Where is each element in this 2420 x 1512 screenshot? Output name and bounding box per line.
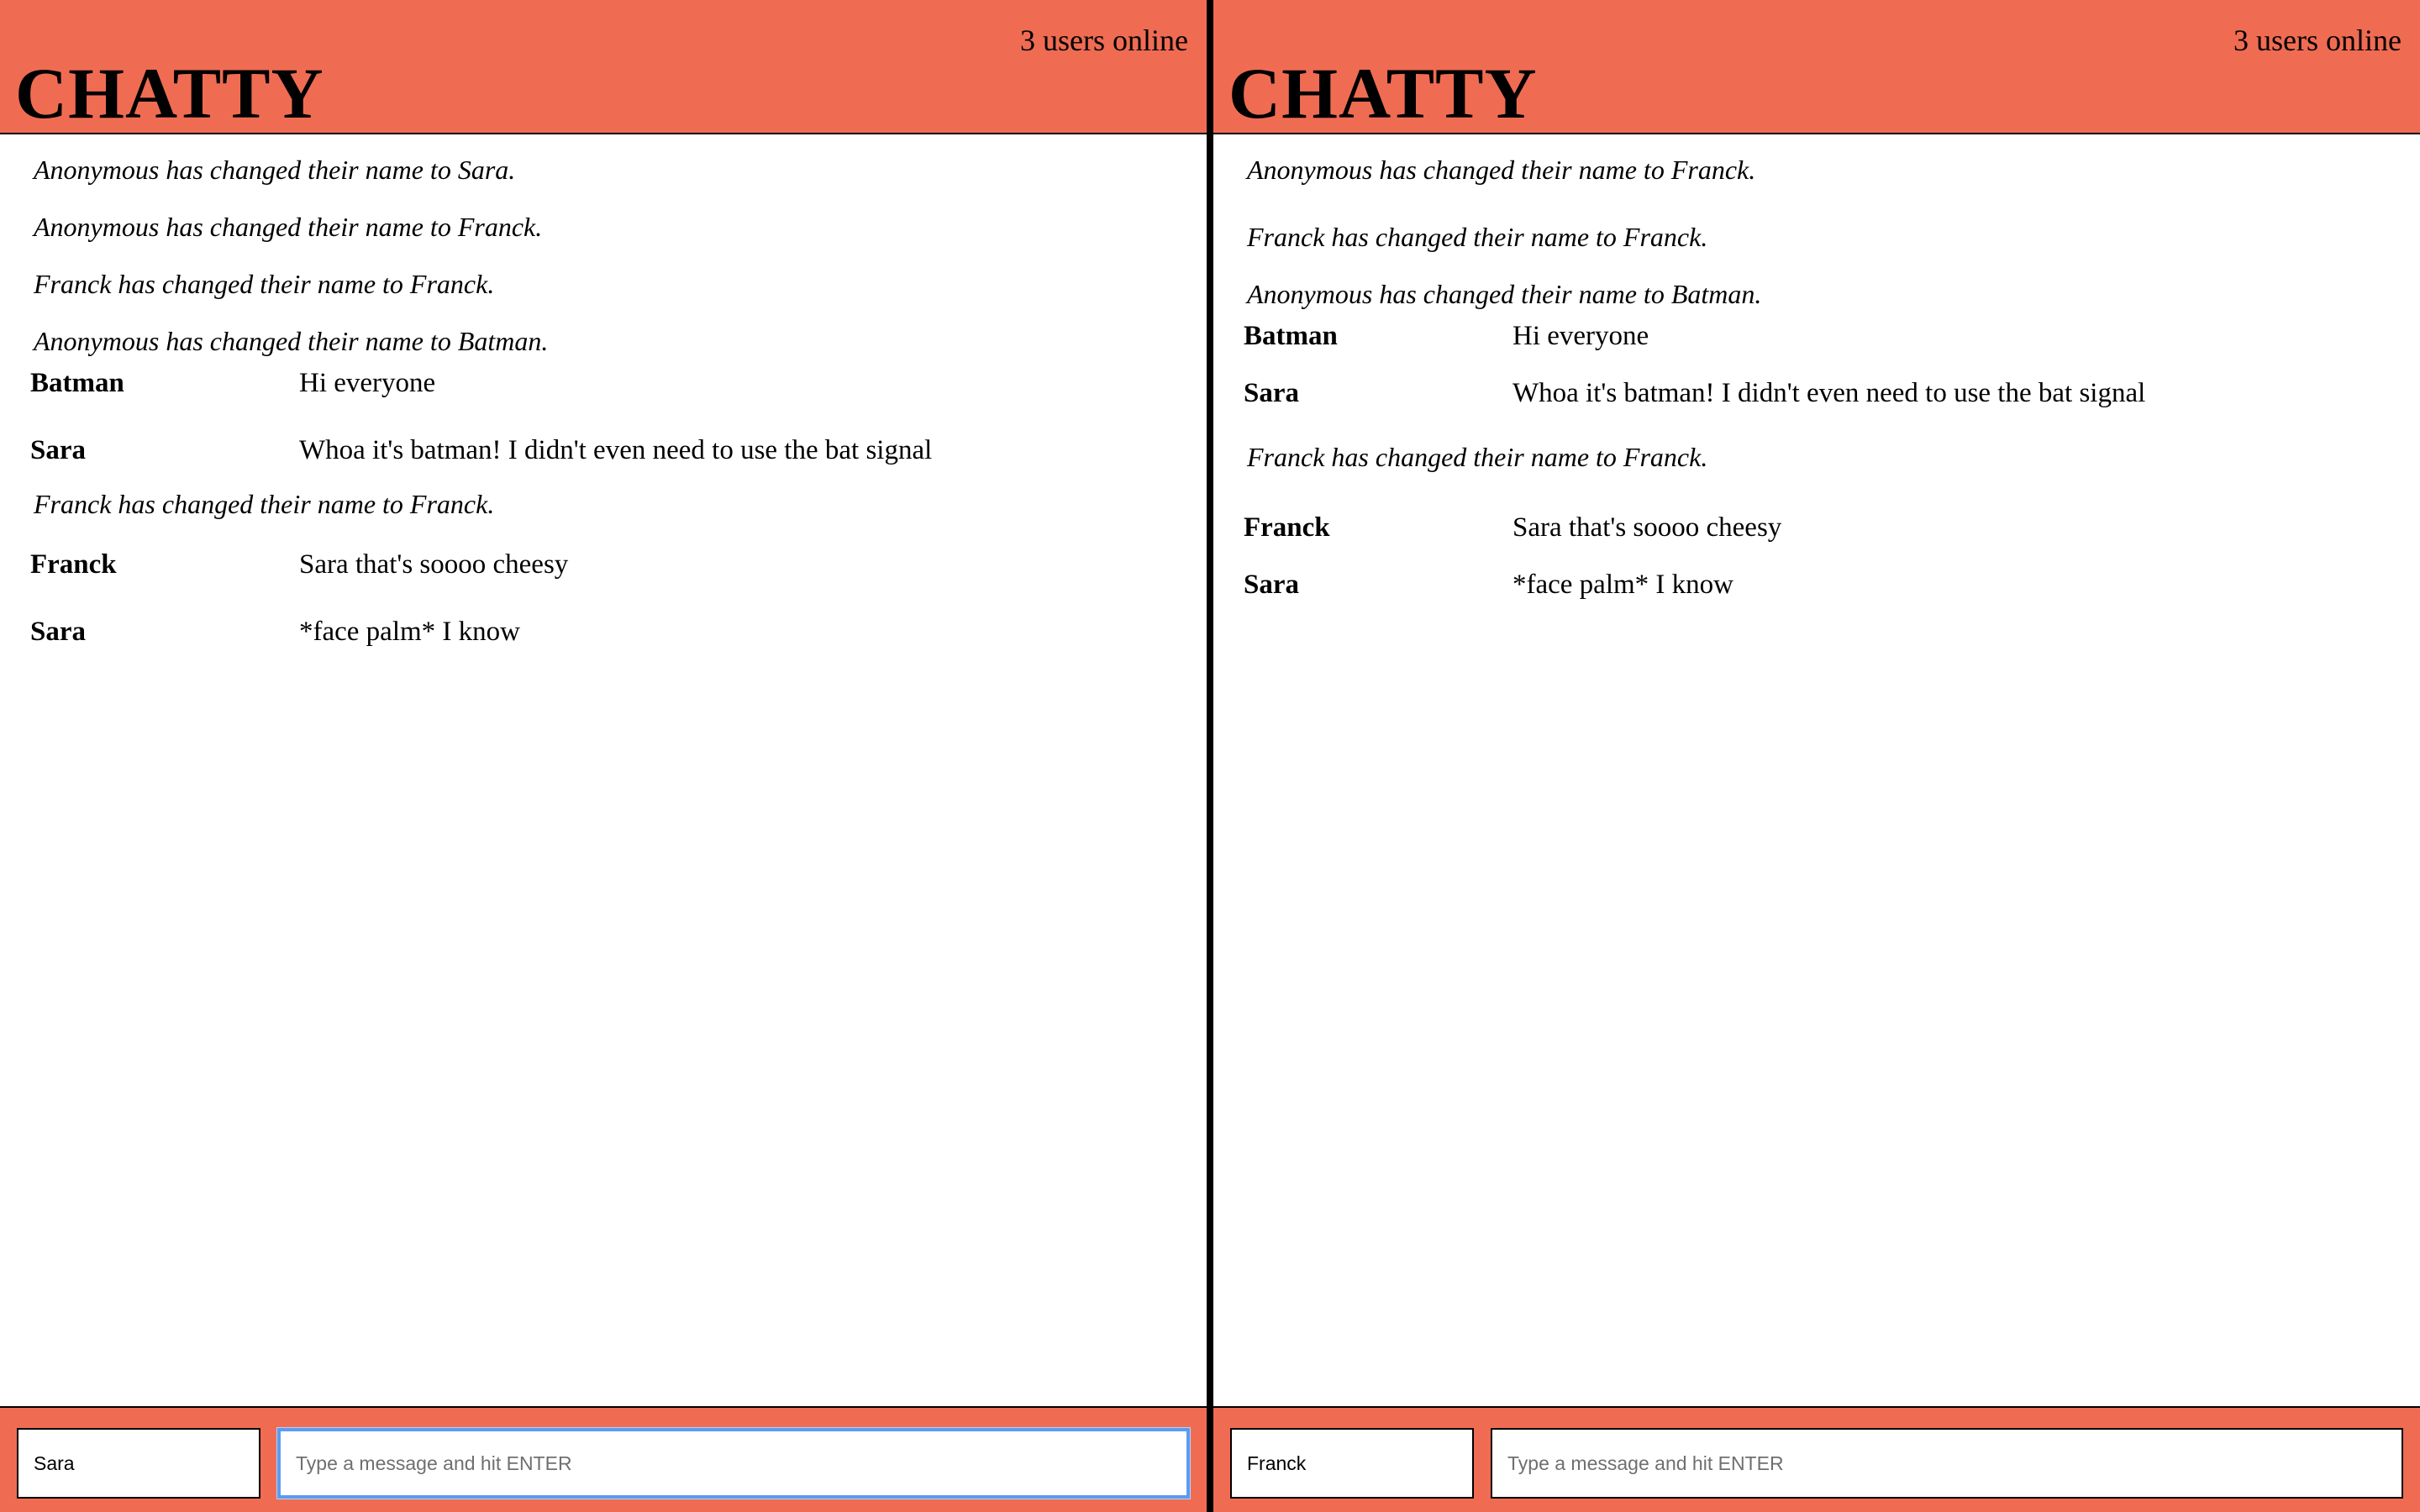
- chat-window-left: CHATTY 3 users online Anonymous has chan…: [0, 0, 1207, 1512]
- message-input[interactable]: [1491, 1428, 2403, 1499]
- message-content: Whoa it's batman! I didn't even need to …: [1512, 378, 2146, 408]
- system-notification: Franck has changed their name to Franck.: [34, 489, 495, 519]
- system-notification: Franck has changed their name to Franck.: [1247, 442, 1708, 472]
- users-online-count: 3 users online: [2233, 24, 2402, 57]
- message-username: Batman: [1244, 321, 1338, 351]
- message-content: Hi everyone: [299, 368, 436, 398]
- system-notification: Anonymous has changed their name to Batm…: [34, 326, 549, 356]
- message-list[interactable]: Anonymous has changed their name to Fran…: [1213, 134, 2420, 1406]
- chat-message: Sara Whoa it's batman! I didn't even nee…: [1244, 375, 2403, 412]
- message-content: *face palm* I know: [299, 617, 520, 647]
- navbar: CHATTY 3 users online: [1213, 0, 2420, 134]
- message-username: Sara: [1244, 378, 1299, 408]
- message-content: Hi everyone: [1512, 321, 1649, 351]
- system-notification: Franck has changed their name to Franck.: [34, 269, 495, 299]
- chatbar: [0, 1406, 1207, 1512]
- message-username: Sara: [30, 617, 86, 647]
- chat-message: Sara Whoa it's batman! I didn't even nee…: [30, 432, 1190, 469]
- message-username: Franck: [30, 549, 117, 580]
- message-content: Sara that's soooo cheesy: [1512, 512, 1782, 543]
- message-input[interactable]: [277, 1428, 1190, 1499]
- chat-message: Batman Hi everyone: [1244, 318, 2403, 354]
- message-content: Sara that's soooo cheesy: [299, 549, 569, 580]
- message-username: Sara: [1244, 570, 1299, 600]
- brand-title: CHATTY: [15, 53, 324, 134]
- message-username: Sara: [30, 435, 86, 465]
- chatbar: [1213, 1406, 2420, 1512]
- window-divider: [1207, 0, 1213, 1512]
- message-content: *face palm* I know: [1512, 570, 1733, 600]
- message-username: Batman: [30, 368, 124, 398]
- message-content: Whoa it's batman! I didn't even need to …: [299, 435, 933, 465]
- brand-title: CHATTY: [1228, 53, 1538, 134]
- chat-message: Franck Sara that's soooo cheesy: [1244, 509, 2403, 546]
- message-username: Franck: [1244, 512, 1330, 543]
- chat-message: Batman Hi everyone: [30, 365, 1190, 402]
- chat-message: Franck Sara that's soooo cheesy: [30, 546, 1190, 583]
- system-notification: Anonymous has changed their name to Sara…: [34, 155, 516, 185]
- navbar: CHATTY 3 users online: [0, 0, 1207, 134]
- system-notification: Anonymous has changed their name to Batm…: [1247, 279, 1762, 309]
- system-notification: Franck has changed their name to Franck.: [1247, 222, 1708, 252]
- chat-message: Sara *face palm* I know: [1244, 566, 2403, 603]
- username-input[interactable]: [17, 1428, 260, 1499]
- system-notification: Anonymous has changed their name to Fran…: [1247, 155, 1756, 185]
- username-input[interactable]: [1230, 1428, 1474, 1499]
- system-notification: Anonymous has changed their name to Fran…: [34, 212, 543, 242]
- users-online-count: 3 users online: [1020, 24, 1188, 57]
- message-list[interactable]: Anonymous has changed their name to Sara…: [0, 134, 1207, 1406]
- chat-message: Sara *face palm* I know: [30, 613, 1190, 650]
- chat-window-right: CHATTY 3 users online Anonymous has chan…: [1213, 0, 2420, 1512]
